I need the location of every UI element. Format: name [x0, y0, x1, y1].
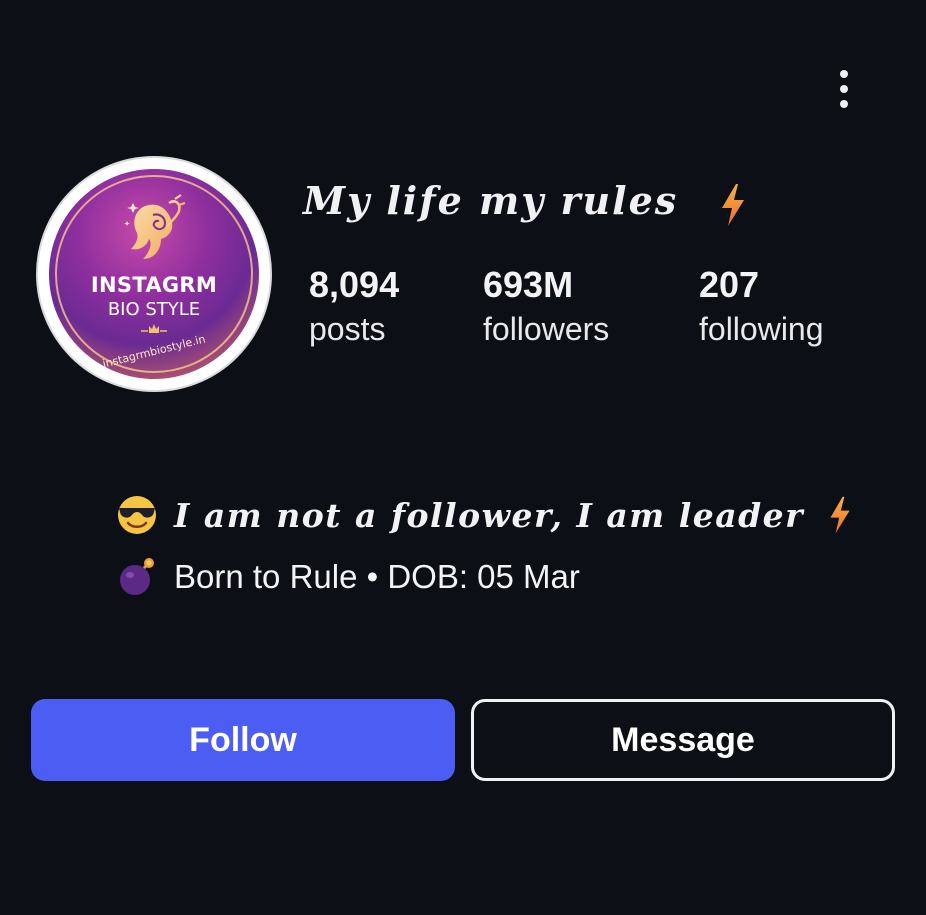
followers-label: followers: [483, 311, 610, 347]
message-button[interactable]: Message: [471, 699, 895, 781]
woman-silhouette-icon: [124, 194, 186, 259]
more-vertical-icon: [840, 70, 848, 108]
bio-text-1: I am not a follower, I am leader: [174, 495, 805, 535]
follow-button[interactable]: Follow: [31, 699, 455, 781]
posts-count: 8,094: [309, 264, 400, 305]
avatar-subtitle: BIO STYLE: [107, 299, 201, 320]
stat-posts[interactable]: 8,094 posts: [309, 263, 399, 351]
posts-label: posts: [309, 311, 386, 347]
bio-text-2: Born to Rule • DOB: 05 Mar: [174, 558, 580, 595]
lightning-icon: [830, 496, 850, 534]
avatar-logo-badge: INSTAGRM BIO STYLE instagrmbiostyle.in: [49, 169, 259, 379]
profile-name: My life my rules: [303, 178, 679, 223]
smiling-face-with-sunglasses-icon: [118, 496, 156, 534]
bomb-icon: [120, 558, 154, 595]
bio-line-1: I am not a follower, I am leader: [116, 494, 854, 536]
following-label: following: [699, 311, 824, 347]
lightning-icon: [722, 184, 744, 226]
crown-icon: [141, 324, 167, 333]
avatar-title: INSTAGRM: [90, 273, 218, 297]
stat-following[interactable]: 207 following: [699, 263, 824, 351]
profile-avatar[interactable]: INSTAGRM BIO STYLE instagrmbiostyle.in: [38, 158, 270, 390]
more-options-button[interactable]: [826, 66, 862, 112]
following-count: 207: [699, 264, 760, 305]
stat-followers[interactable]: 693M followers: [483, 263, 609, 351]
followers-count: 693M: [483, 264, 574, 305]
bio-line-2: Born to Rule • DOB: 05 Mar: [116, 556, 580, 598]
